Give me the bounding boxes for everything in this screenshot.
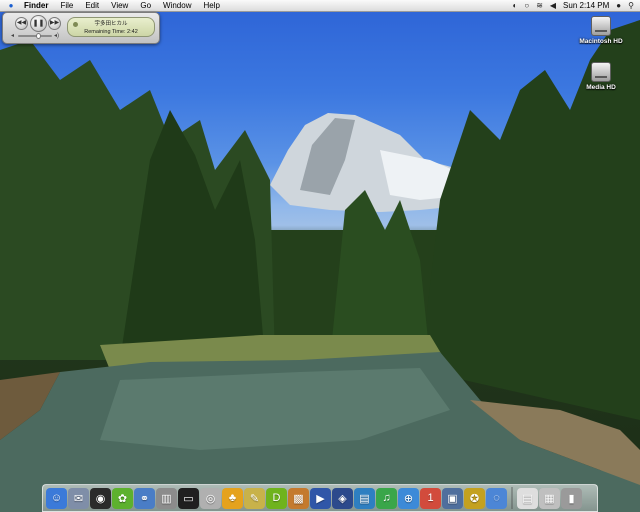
user-icon[interactable]: ● bbox=[616, 0, 621, 11]
dock-adium-duck[interactable]: ♣ bbox=[222, 487, 243, 509]
menu-go[interactable]: Go bbox=[134, 0, 157, 11]
menu-help[interactable]: Help bbox=[197, 0, 225, 11]
dreamweaver-icon: D bbox=[272, 492, 281, 504]
server-icon: ▥ bbox=[161, 492, 172, 505]
volume-slider[interactable]: ◂ ◂) bbox=[11, 33, 59, 39]
now-playing-display[interactable]: 宇多田ヒカル Remaining Time: 2:42 bbox=[67, 17, 155, 37]
track-title: 宇多田ヒカル bbox=[94, 21, 128, 27]
pause-icon: ❚❚ bbox=[32, 20, 45, 27]
dock-ical[interactable]: 1 bbox=[420, 487, 441, 509]
previous-icon: ◀◀ bbox=[16, 20, 27, 26]
dock-separator bbox=[511, 487, 513, 509]
adium-duck-icon: ♣ bbox=[228, 492, 237, 504]
ichat-icon: ◌ bbox=[493, 492, 500, 504]
dock-finder[interactable]: ☺ bbox=[46, 487, 67, 509]
flower-app-icon: ✿ bbox=[117, 492, 128, 505]
desktop-icon-label: Media HD bbox=[586, 84, 616, 91]
imovie-icon: ▶ bbox=[316, 492, 325, 505]
dock-disk-utility[interactable]: ◎ bbox=[200, 487, 221, 509]
dock-mail[interactable]: ✉ bbox=[68, 487, 89, 509]
track-status-dot-icon bbox=[73, 22, 78, 27]
previous-track-button[interactable]: ◀◀ bbox=[15, 17, 28, 30]
yosemite-landscape bbox=[0, 20, 640, 512]
disk-utility-icon: ◎ bbox=[205, 492, 216, 505]
desktop-icon-macintosh-hd[interactable]: Macintosh HD bbox=[576, 16, 626, 45]
wifi-icon[interactable]: ≋ bbox=[536, 0, 543, 11]
pause-button[interactable]: ❚❚ bbox=[30, 15, 47, 32]
volume-high-icon: ◂) bbox=[54, 33, 60, 39]
menu-view[interactable]: View bbox=[105, 0, 134, 11]
books-icon: ▤ bbox=[359, 492, 370, 505]
hard-drive-icon bbox=[591, 62, 611, 82]
safari-icon: ⊕ bbox=[403, 492, 414, 505]
trash-icon: ▮ bbox=[568, 492, 575, 505]
dock-photo[interactable]: ▩ bbox=[288, 487, 309, 509]
menu-file[interactable]: File bbox=[54, 0, 79, 11]
dock-document[interactable]: ▤ bbox=[517, 487, 538, 509]
dock-dreamweaver[interactable]: D bbox=[266, 487, 287, 509]
hard-drive-icon bbox=[591, 16, 611, 36]
dock-idvd[interactable]: ◈ bbox=[332, 487, 353, 509]
dock-iphoto[interactable]: ▣ bbox=[442, 487, 463, 509]
menu-clock[interactable]: Sun 2:14 PM bbox=[563, 0, 609, 11]
desktop-icon-media-hd[interactable]: Media HD bbox=[576, 62, 626, 91]
menu-finder[interactable]: Finder bbox=[18, 0, 54, 11]
menu-window[interactable]: Window bbox=[157, 0, 197, 11]
ichat-status-icon[interactable]: ○ bbox=[524, 0, 529, 11]
mail-icon: ✉ bbox=[73, 492, 84, 505]
menu-bar: ● Finder File Edit View Go Window Help ◐… bbox=[0, 0, 640, 12]
award-icon: ✪ bbox=[469, 492, 480, 505]
dock-books[interactable]: ▤ bbox=[354, 487, 375, 509]
volume-knob[interactable] bbox=[36, 33, 42, 39]
dock-safari[interactable]: ⊕ bbox=[398, 487, 419, 509]
menu-extras: ◐ ○ ≋ ◀ Sun 2:14 PM ● ⚲ bbox=[513, 0, 635, 11]
dock-ichat[interactable]: ◌ bbox=[486, 487, 507, 509]
terminal-icon: ▭ bbox=[183, 492, 194, 505]
remaining-time: Remaining Time: 2:42 bbox=[84, 29, 138, 35]
menu-edit[interactable]: Edit bbox=[79, 0, 105, 11]
dashboard-icon: ◉ bbox=[95, 492, 106, 505]
dock-terminal[interactable]: ▭ bbox=[178, 487, 199, 509]
preview-icon: ▦ bbox=[544, 492, 555, 505]
volume-low-icon: ◂ bbox=[11, 33, 15, 39]
dock-award[interactable]: ✪ bbox=[464, 487, 485, 509]
dock-pencil[interactable]: ✎ bbox=[244, 487, 265, 509]
desktop-icon-label: Macintosh HD bbox=[579, 38, 623, 45]
network-icon: ⚭ bbox=[139, 492, 150, 505]
dock-network[interactable]: ⚭ bbox=[134, 487, 155, 509]
volume-icon[interactable]: ◀ bbox=[550, 0, 556, 11]
volume-track bbox=[18, 35, 52, 37]
itunes-icon: ♫ bbox=[382, 492, 391, 504]
ical-icon: 1 bbox=[427, 492, 434, 504]
finder-icon: ☺ bbox=[50, 492, 63, 504]
dock-imovie[interactable]: ▶ bbox=[310, 487, 331, 509]
dock-server[interactable]: ▥ bbox=[156, 487, 177, 509]
apple-menu-icon[interactable]: ● bbox=[4, 1, 18, 10]
photo-icon: ▩ bbox=[293, 492, 304, 505]
dock-preview[interactable]: ▦ bbox=[539, 487, 560, 509]
desktop-wallpaper bbox=[0, 0, 640, 512]
dock-trash[interactable]: ▮ bbox=[561, 487, 582, 509]
dock: ☺ ✉ ◉ ✿ ⚭ ▥ ▭ ◎ ♣ ✎ D ▩ ▶ ◈ ▤ ♫ ⊕ 1 ▣ ✪ ◌ ▤ ▦ ▮ bbox=[42, 484, 598, 512]
pencil-icon: ✎ bbox=[249, 492, 260, 505]
sync-icon[interactable]: ◐ bbox=[513, 0, 518, 11]
spotlight-icon[interactable]: ⚲ bbox=[628, 0, 634, 11]
dock-flower-app[interactable]: ✿ bbox=[112, 487, 133, 509]
tree-right-2 bbox=[330, 190, 430, 360]
dock-itunes[interactable]: ♫ bbox=[376, 487, 397, 509]
iphoto-icon: ▣ bbox=[447, 492, 458, 505]
idvd-icon: ◈ bbox=[338, 492, 347, 505]
next-icon: ▶▶ bbox=[49, 20, 60, 26]
document-icon: ▤ bbox=[522, 492, 533, 505]
itunes-mini-player[interactable]: ◀◀ ❚❚ ▶▶ ◂ ◂) 宇多田ヒカル Remaining Time: 2:4… bbox=[2, 12, 160, 44]
next-track-button[interactable]: ▶▶ bbox=[48, 17, 61, 30]
dock-dashboard[interactable]: ◉ bbox=[90, 487, 111, 509]
